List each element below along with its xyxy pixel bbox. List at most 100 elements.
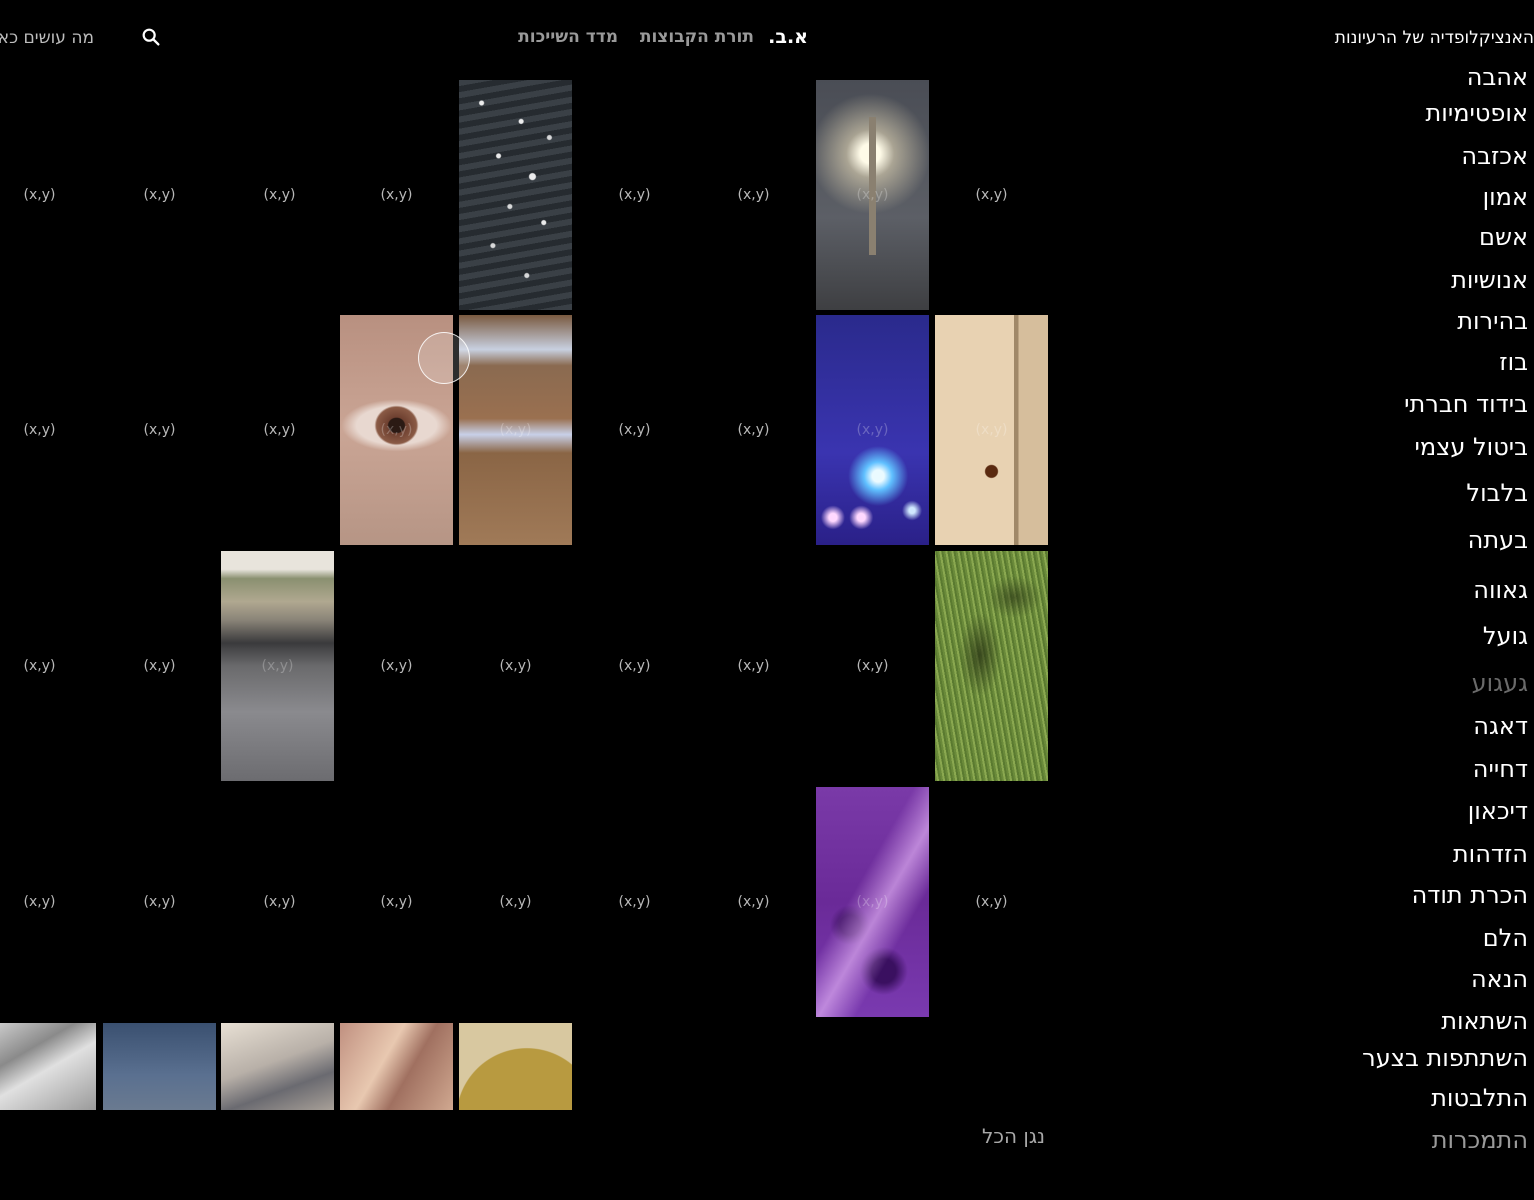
clouds-image <box>221 1023 334 1110</box>
index-item-disgust[interactable]: גועל <box>1483 622 1528 650</box>
index-item-clarity[interactable]: בהירות <box>1457 307 1528 335</box>
video-thumb-blue-sky[interactable] <box>103 1023 216 1110</box>
blue-sky-image <box>103 1023 216 1110</box>
index-item-pleasure[interactable]: הנאה <box>1471 965 1528 993</box>
video-thumb-door[interactable]: (x,y) <box>935 315 1048 545</box>
video-thumb-plastic[interactable] <box>0 1023 96 1110</box>
grid-cell[interactable]: (x,y) <box>340 787 453 1017</box>
site-title[interactable]: האנציקלופדיה של הרעיונות <box>1335 28 1534 48</box>
index-item-depression[interactable]: דיכאון <box>1468 797 1528 825</box>
coord-label: (x,y) <box>23 187 56 203</box>
grid-cell[interactable]: (x,y) <box>697 80 810 310</box>
grid-cell[interactable]: (x,y) <box>0 315 96 545</box>
index-item-social-isolation[interactable]: בידוד חברתי <box>1404 390 1528 418</box>
grid-cell[interactable]: (x,y) <box>340 551 453 781</box>
grid-cell[interactable]: (x,y) <box>697 551 810 781</box>
index-item-self-deprecation[interactable]: ביטול עצמי <box>1414 433 1528 461</box>
grid-cell[interactable]: (x,y) <box>459 787 572 1017</box>
video-thumb-blinds[interactable]: (x,y) <box>459 315 572 545</box>
coord-label: (x,y) <box>618 422 651 438</box>
grid-cell[interactable]: (x,y) <box>578 315 691 545</box>
index-item-terror[interactable]: בעתה <box>1468 526 1528 554</box>
coord-label: (x,y) <box>975 422 1008 438</box>
index-item-amazement[interactable]: השתאות <box>1441 1007 1528 1035</box>
index-item-longing[interactable]: געגוע <box>1472 669 1528 697</box>
index-item-trust[interactable]: אמון <box>1483 183 1528 211</box>
index-item-rejection[interactable]: דחייה <box>1473 755 1528 783</box>
index-item-humanity[interactable]: אנושיות <box>1451 266 1528 294</box>
index-item-shock[interactable]: הלם <box>1483 924 1528 952</box>
coord-label: (x,y) <box>856 187 889 203</box>
video-thumb-water-sparkle[interactable] <box>459 80 572 310</box>
coord-label: (x,y) <box>380 894 413 910</box>
coord-label: (x,y) <box>263 422 296 438</box>
video-thumb-purple-sand[interactable]: (x,y) <box>816 787 929 1017</box>
video-thumb-clouds[interactable] <box>221 1023 334 1110</box>
grid-cell[interactable]: (x,y) <box>935 80 1048 310</box>
grid-cell[interactable]: (x,y) <box>578 787 691 1017</box>
index-item-contempt[interactable]: בוז <box>1499 348 1528 376</box>
grid-cell[interactable]: (x,y) <box>340 80 453 310</box>
grid-cell[interactable]: (x,y) <box>459 551 572 781</box>
index-item-condolence[interactable]: השתתפות בצער <box>1362 1044 1528 1072</box>
coord-label: (x,y) <box>380 422 413 438</box>
coord-label: (x,y) <box>499 422 532 438</box>
index-item-optimism[interactable]: אופטימיות <box>1426 99 1528 127</box>
grid-cell[interactable]: (x,y) <box>816 551 929 781</box>
grid-cell[interactable]: (x,y) <box>578 80 691 310</box>
grid-cell[interactable]: (x,y) <box>103 80 216 310</box>
index-list: אהבה אופטימיות אכזבה אמון אשם אנושיות בה… <box>1268 58 1528 1158</box>
coord-label: (x,y) <box>23 894 56 910</box>
grass-shadow-image <box>935 551 1048 781</box>
index-item-pride[interactable]: גאווה <box>1473 576 1528 604</box>
video-thumb-street-lamp[interactable]: (x,y) <box>816 80 929 310</box>
coord-label: (x,y) <box>263 187 296 203</box>
grid-cell[interactable]: (x,y) <box>578 551 691 781</box>
index-item-ahava[interactable]: אהבה <box>1467 63 1528 91</box>
grid-cell[interactable]: (x,y) <box>697 787 810 1017</box>
coord-label: (x,y) <box>975 894 1008 910</box>
coord-label: (x,y) <box>23 422 56 438</box>
coord-label: (x,y) <box>856 894 889 910</box>
index-item-hesitation[interactable]: התלבטות <box>1431 1084 1528 1112</box>
index-item-guilt[interactable]: אשם <box>1479 223 1528 251</box>
video-grid: (x,y) (x,y) (x,y) (x,y) (x,y) (x,y) (x,y… <box>0 0 1060 1120</box>
coord-label: (x,y) <box>737 422 770 438</box>
video-thumb-hand[interactable] <box>340 1023 453 1110</box>
grid-cell[interactable]: (x,y) <box>697 315 810 545</box>
video-thumb-yellow-circle[interactable] <box>459 1023 572 1110</box>
coord-label: (x,y) <box>975 187 1008 203</box>
video-thumb-window-blur[interactable]: (x,y) <box>221 551 334 781</box>
index-item-worry[interactable]: דאגה <box>1473 712 1528 740</box>
grid-cell[interactable]: (x,y) <box>103 551 216 781</box>
coord-label: (x,y) <box>499 894 532 910</box>
video-thumb-night-lights[interactable]: (x,y) <box>816 315 929 545</box>
grid-cell[interactable]: (x,y) <box>0 551 96 781</box>
index-item-identification[interactable]: הזדהות <box>1453 840 1528 868</box>
grid-cell[interactable]: (x,y) <box>223 315 336 545</box>
coord-label: (x,y) <box>263 894 296 910</box>
coord-label: (x,y) <box>499 658 532 674</box>
index-item-disappointment[interactable]: אכזבה <box>1461 142 1528 170</box>
grid-cell[interactable]: (x,y) <box>223 787 336 1017</box>
coord-label: (x,y) <box>618 894 651 910</box>
index-item-confusion[interactable]: בלבול <box>1466 479 1528 507</box>
coord-label: (x,y) <box>261 658 294 674</box>
grid-cell[interactable]: (x,y) <box>935 787 1048 1017</box>
water-sparkle-image <box>459 80 572 310</box>
grid-cell[interactable]: (x,y) <box>103 787 216 1017</box>
grid-cell[interactable]: (x,y) <box>0 80 96 310</box>
index-item-gratitude[interactable]: הכרת תודה <box>1412 881 1528 909</box>
coord-label: (x,y) <box>618 187 651 203</box>
video-thumb-grass-shadow[interactable] <box>935 551 1048 781</box>
grid-cell[interactable]: (x,y) <box>223 80 336 310</box>
grid-cell[interactable]: (x,y) <box>0 787 96 1017</box>
coord-label: (x,y) <box>143 894 176 910</box>
index-item-addiction[interactable]: התמכרות <box>1432 1126 1528 1154</box>
coord-label: (x,y) <box>23 658 56 674</box>
play-all-button[interactable]: נגן הכל <box>982 1124 1045 1148</box>
cursor-ring <box>418 332 470 384</box>
grid-cell[interactable]: (x,y) <box>103 315 216 545</box>
coord-label: (x,y) <box>618 658 651 674</box>
coord-label: (x,y) <box>737 658 770 674</box>
